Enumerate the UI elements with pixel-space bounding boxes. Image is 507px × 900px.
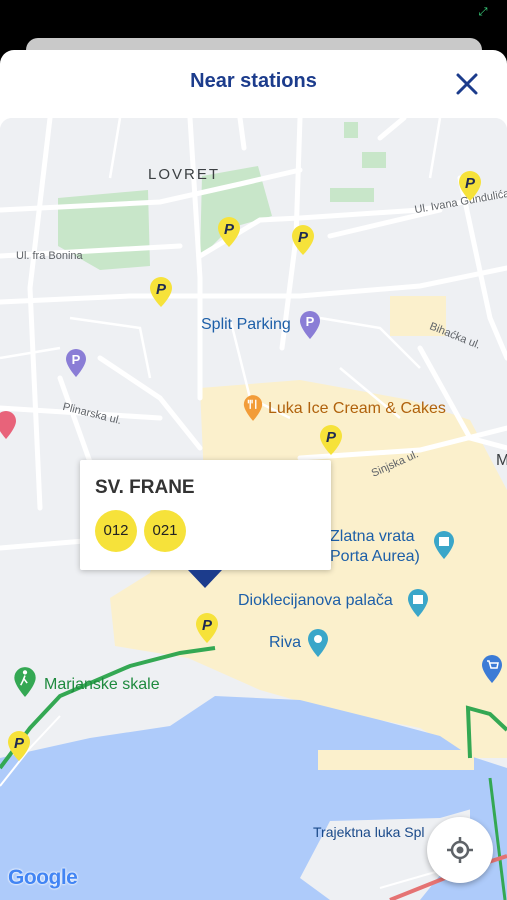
callout-pointer [188,570,222,588]
expand-icon: ⤢ [478,5,488,18]
poi-label: Marjanske skale [44,676,160,693]
station-pin[interactable]: P [194,612,220,644]
area-label-lovret: LOVRET [148,166,221,183]
shopping-cart-marker-icon[interactable] [480,654,504,684]
landmark-marker-icon[interactable] [432,530,456,560]
svg-text:P: P [306,314,315,329]
sheet-title: Near stations [190,70,317,92]
poi-label: Trajektna luka Spl [313,824,425,840]
parking-marker-icon[interactable]: P [64,348,88,378]
station-pin[interactable]: P [148,276,174,308]
camera-marker-icon[interactable] [306,628,330,658]
poi-label: Riva [269,634,302,651]
svg-text:P: P [465,175,476,192]
parking-marker-icon[interactable]: P [298,310,322,340]
poi-label: Zlatna vrata [330,528,415,545]
restaurant-marker-icon[interactable] [242,394,264,422]
google-logo: Google [8,866,78,890]
shop-marker-icon[interactable] [0,410,18,440]
status-bar: ⤢ [0,0,507,36]
station-pin[interactable]: P [216,216,242,248]
route-badge[interactable]: 012 [95,510,137,552]
area-label-edge: M [496,452,507,469]
svg-text:P: P [326,429,337,446]
close-icon [456,73,478,95]
station-pin[interactable]: P [457,170,483,202]
svg-text:P: P [72,352,81,367]
sheet-header: Near stations [0,50,507,118]
svg-text:P: P [156,281,167,298]
station-pin[interactable]: P [318,424,344,456]
crosshair-icon [447,837,473,863]
street-label: Ul. fra Bonina [16,250,83,262]
poi-label: Porta Aurea) [330,548,420,565]
station-name: SV. FRANE [95,477,195,498]
poi-label: Dioklecijanova palača [238,592,393,609]
poi-label: Split Parking [201,316,291,333]
route-badge[interactable]: 021 [144,510,186,552]
svg-text:P: P [14,735,25,752]
svg-text:P: P [202,617,213,634]
poi-label: Luka Ice Cream & Cakes [268,400,446,417]
map-view[interactable]: LOVRET Ul. Ivana Gundulića Ul. fra Bonin… [0,118,507,900]
landmark-marker-icon[interactable] [406,588,430,618]
close-button[interactable] [453,70,481,98]
station-pin[interactable]: P [6,730,32,762]
svg-text:P: P [224,221,235,238]
svg-text:P: P [298,229,309,246]
google-logo-text: Google [8,866,78,889]
station-callout[interactable]: SV. FRANE 012 021 [80,460,331,570]
hiking-marker-icon[interactable] [12,666,38,698]
station-pin[interactable]: P [290,224,316,256]
near-stations-sheet: Near stations LOVRET Ul. Ivana Gundulića… [0,50,507,900]
my-location-button[interactable] [427,817,493,883]
